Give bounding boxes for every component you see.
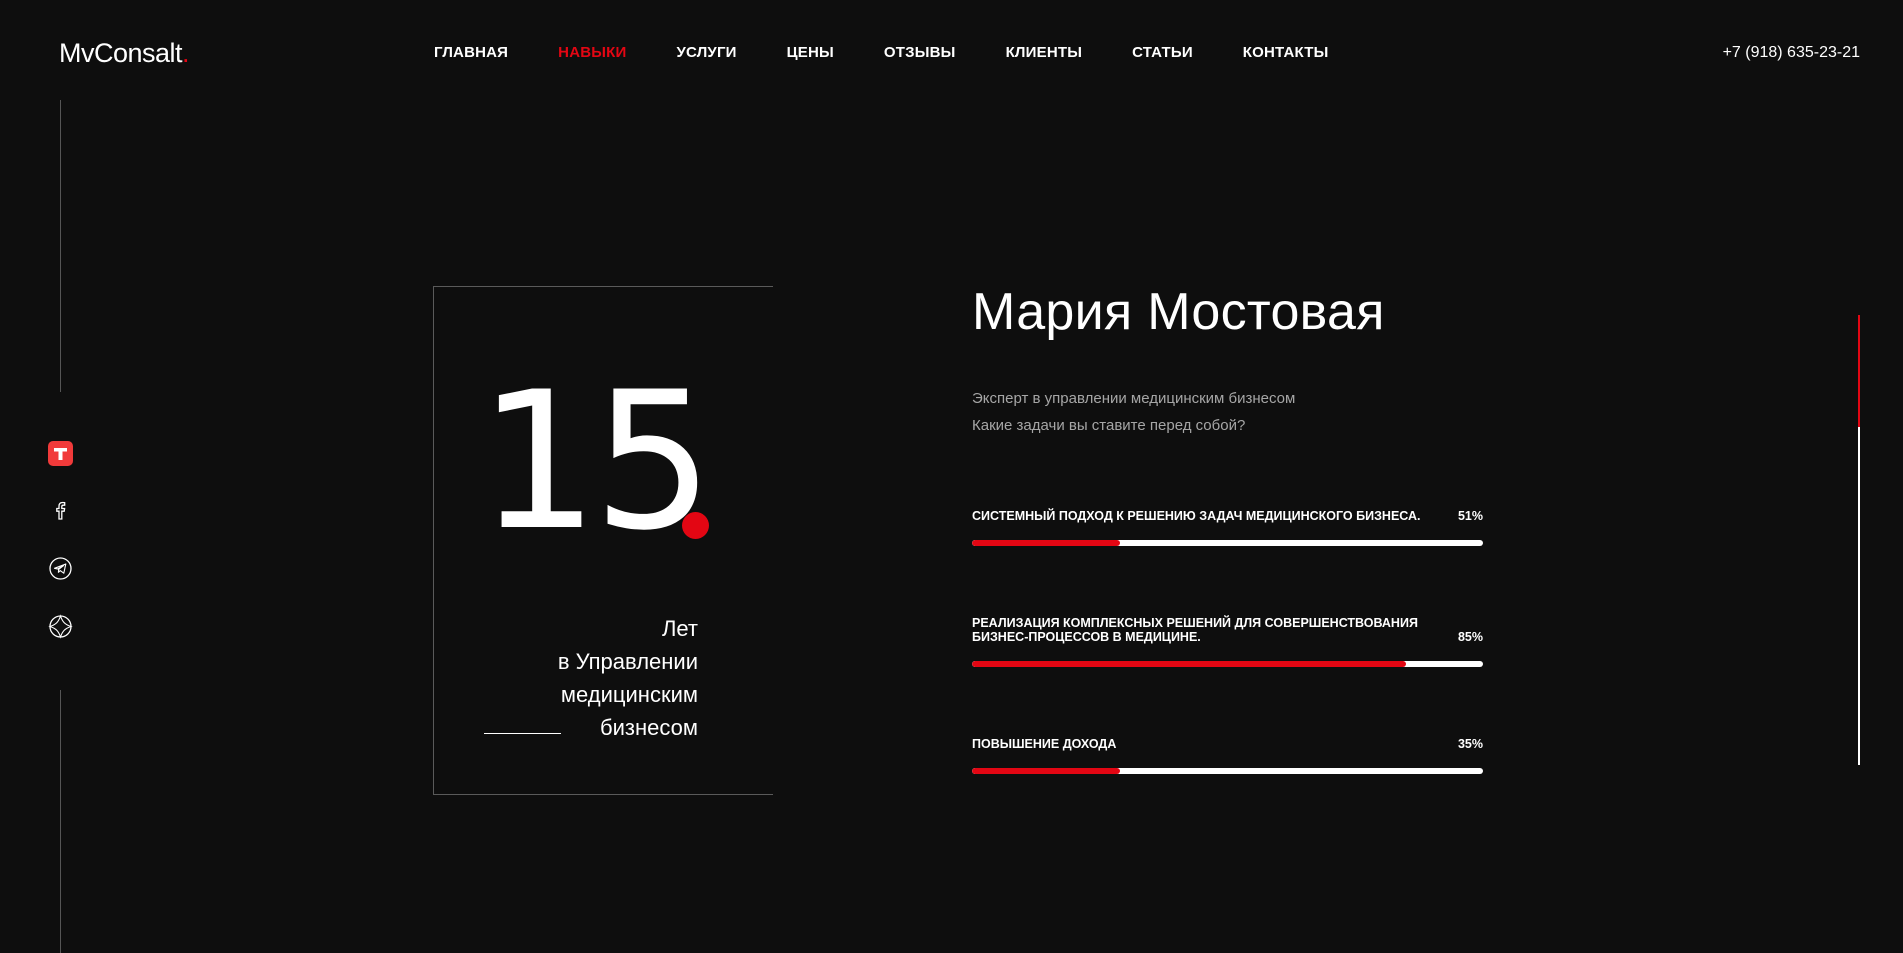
facebook-icon[interactable] [48,498,73,523]
skill-label: СИСТЕМНЫЙ ПОДХОД К РЕШЕНИЮ ЗАДАЧ МЕДИЦИН… [972,509,1421,523]
experience-caption-line: бизнесом [600,715,698,740]
nav-item-reviews[interactable]: ОТЗЫВЫ [884,44,956,61]
skill-progress-bar [972,540,1483,546]
experience-underline [484,733,561,734]
nav-item-home[interactable]: ГЛАВНАЯ [434,44,508,61]
skill-label: РЕАЛИЗАЦИЯ КОМПЛЕКСНЫХ РЕШЕНИЙ ДЛЯ СОВЕР… [972,616,1418,644]
experience-accent-dot [682,512,709,539]
profile-subtitle: Эксперт в управлении медицинским бизнесо… [972,390,1296,407]
skill-percent: 35% [1457,737,1483,751]
skill-percent: 85% [1457,630,1483,644]
experience-years: 15 [478,351,714,572]
logo-text: MvConsalt [59,38,183,68]
experience-caption-line: Лет [661,616,698,641]
globe-icon[interactable] [48,614,73,639]
nav-item-services[interactable]: УСЛУГИ [677,44,737,61]
scroll-indicator[interactable] [1858,315,1860,765]
profile-question: Какие задачи вы ставите перед собой? [972,417,1246,434]
experience-caption: Лет в Управлении медицинским бизнесом [558,612,698,744]
rail-divider-top [60,100,61,392]
skill-progress-fill [972,661,1407,667]
skill-label: ПОВЫШЕНИЕ ДОХОДА [972,737,1117,751]
rail-divider-bottom [60,690,61,953]
nav-item-articles[interactable]: СТАТЬИ [1132,44,1193,61]
nav-item-prices[interactable]: ЦЕНЫ [787,44,834,61]
scroll-indicator-thumb[interactable] [1858,315,1860,427]
skill-progress-fill [972,768,1121,774]
nav-item-clients[interactable]: КЛИЕНТЫ [1006,44,1083,61]
logo-dot: . [182,38,190,68]
profile-name: Мария Мостовая [972,283,1385,341]
skill-percent: 51% [1457,509,1483,523]
experience-card: 15 Лет в Управлении медицинским бизнесом [433,286,773,795]
skill-progress-bar [972,661,1483,667]
experience-caption-line: в Управлении [557,649,698,674]
telegram-icon[interactable] [48,556,73,581]
skill-progress-fill [972,540,1121,546]
skill-progress-bar [972,768,1483,774]
logo[interactable]: MvConsalt. [59,38,190,69]
nav-item-skills[interactable]: НАВЫКИ [558,44,626,61]
page: MvConsalt. ГЛАВНАЯ НАВЫКИ УСЛУГИ ЦЕНЫ ОТ… [0,0,1903,953]
nav-item-contacts[interactable]: КОНТАКТЫ [1243,44,1329,61]
experience-caption-line: медицинским [560,682,698,707]
phone-link[interactable]: +7 (918) 635-23-21 [1723,44,1860,62]
main-nav: ГЛАВНАЯ НАВЫКИ УСЛУГИ ЦЕНЫ ОТЗЫВЫ КЛИЕНТ… [434,44,1378,61]
tenchat-icon[interactable] [48,441,73,466]
